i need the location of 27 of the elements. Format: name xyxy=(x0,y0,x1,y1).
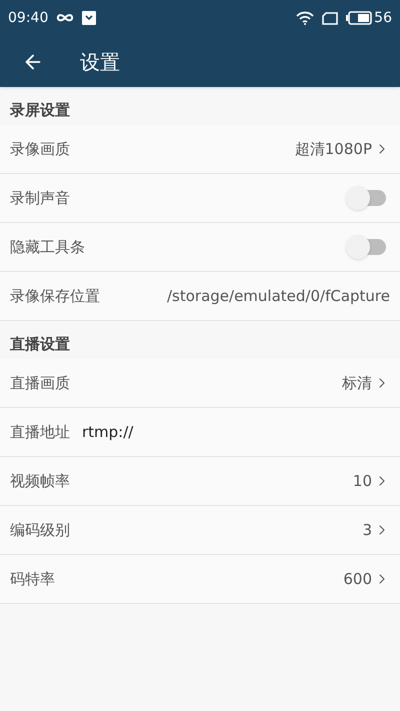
option-value[interactable]: 标清 xyxy=(342,372,390,394)
page-title: 设置 xyxy=(80,48,120,76)
setting-label: 隐藏工具条 xyxy=(10,236,85,258)
setting-label: 编码级别 xyxy=(10,520,70,541)
sim-card-icon xyxy=(322,12,338,24)
option-value[interactable]: 超清1080P xyxy=(294,138,390,160)
setting-label: 录像画质 xyxy=(10,138,70,160)
option-value[interactable]: 3 xyxy=(362,518,390,542)
infinity-icon xyxy=(56,13,74,23)
setting-label: 直播地址 xyxy=(10,422,70,443)
toggle-switch[interactable] xyxy=(346,186,386,210)
toggle-switch[interactable] xyxy=(346,235,386,259)
setting-label: 码特率 xyxy=(10,568,55,590)
battery-level: 56 xyxy=(374,8,392,28)
battery-icon xyxy=(346,11,372,25)
section-header: 录屏设置 xyxy=(10,100,70,120)
setting-label: 录制声音 xyxy=(10,188,70,209)
option-value[interactable]: 10 xyxy=(352,470,390,492)
option-value[interactable]: 600 xyxy=(343,568,390,590)
section-header: 直播设置 xyxy=(10,334,70,354)
setting-label: 直播画质 xyxy=(10,372,70,394)
input-field[interactable]: rtmp:// xyxy=(82,420,390,444)
setting-value: /storage/emulated/0/fCapture xyxy=(166,286,390,307)
setting-label: 视频帧率 xyxy=(10,470,70,492)
status-time: 09:40 xyxy=(8,8,48,28)
wifi-icon xyxy=(296,11,314,25)
setting-label: 录像保存位置 xyxy=(10,286,100,307)
